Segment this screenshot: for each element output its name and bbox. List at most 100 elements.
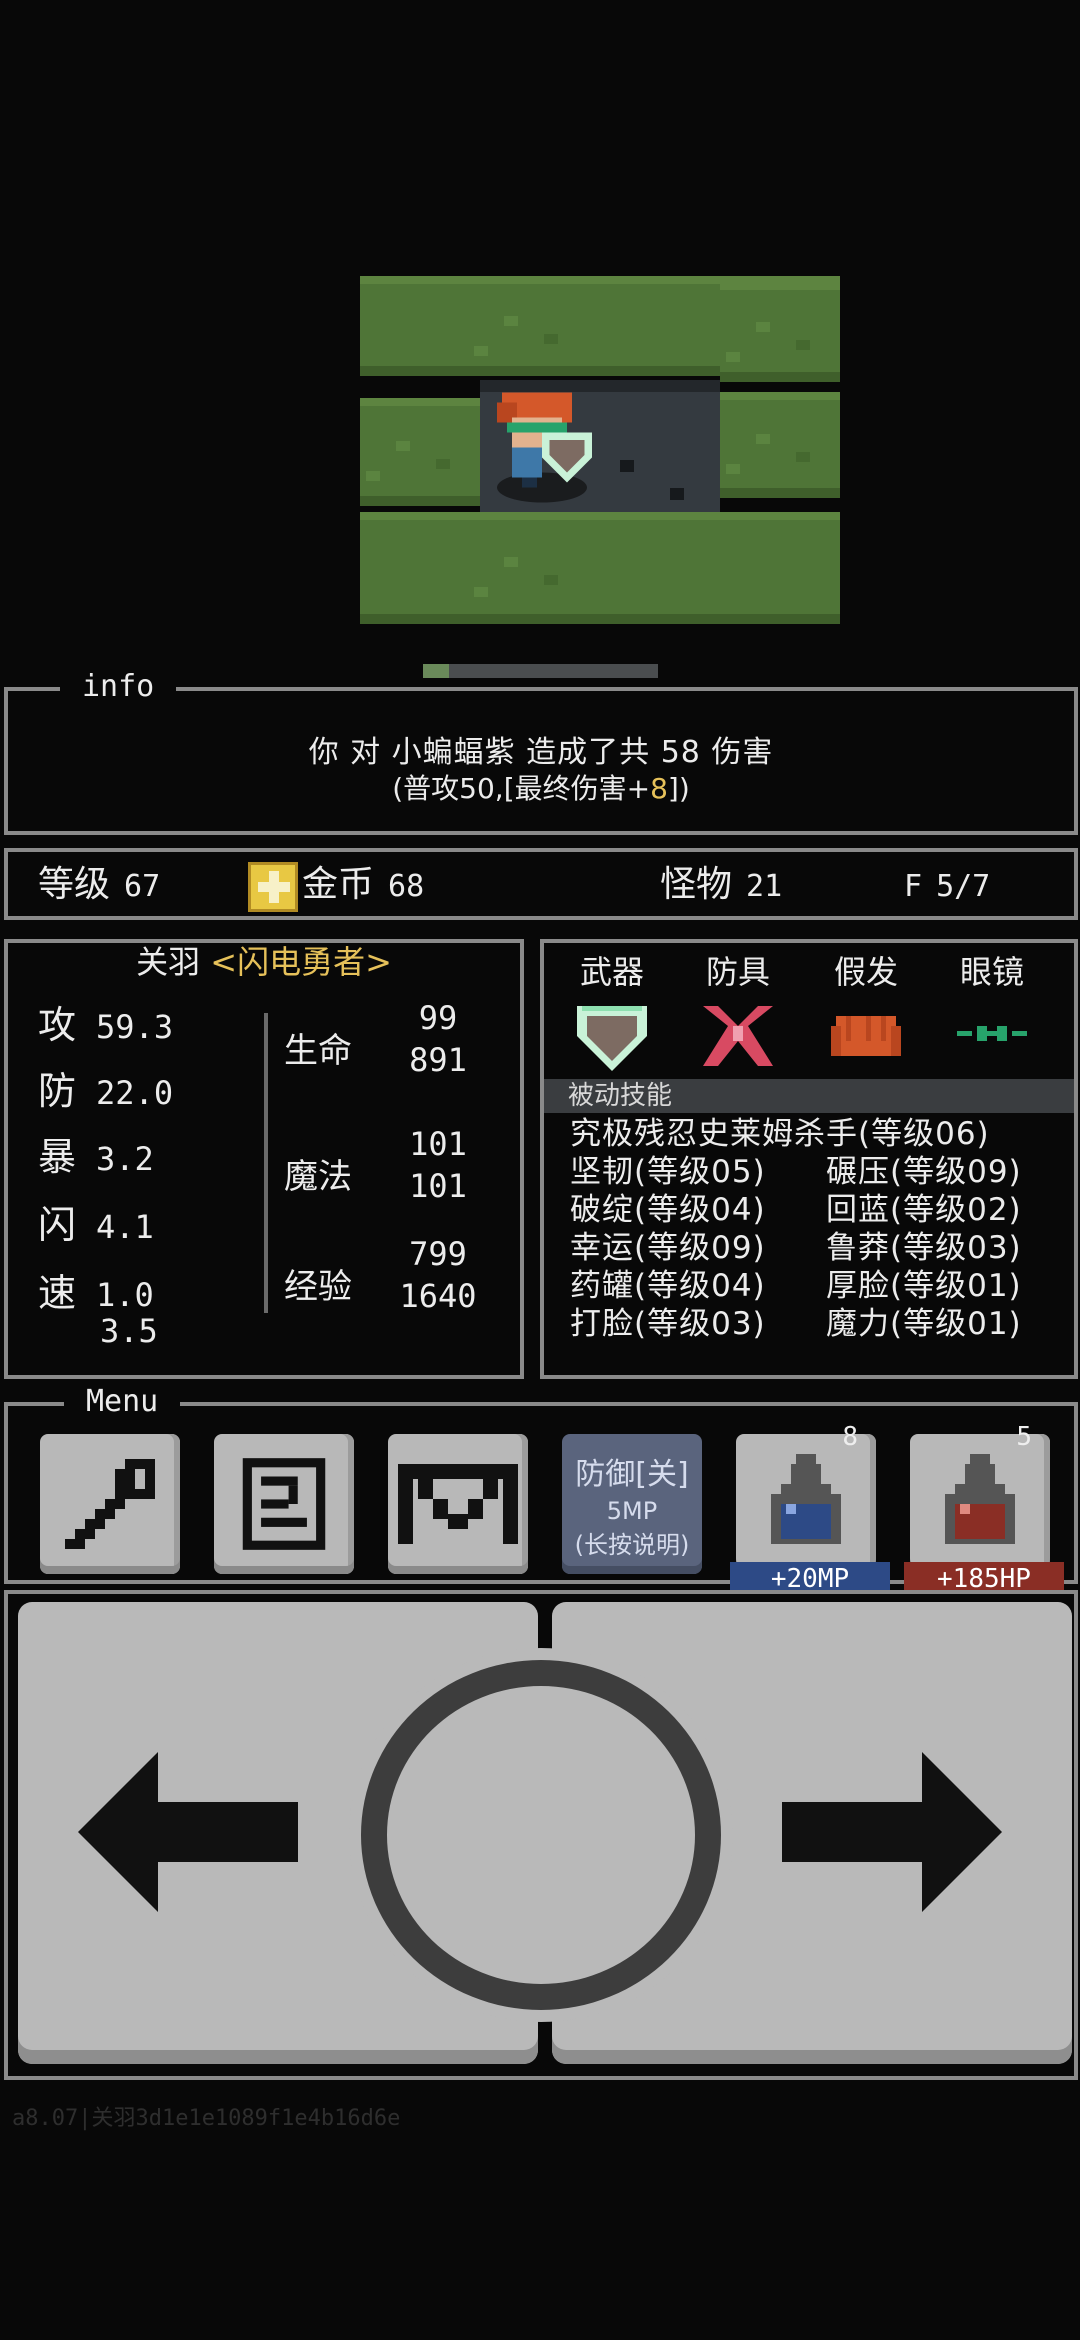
map-button[interactable] [388,1434,528,1574]
menu-tab: Menu [64,1384,181,1420]
slot-label-armor: 防具 [705,953,770,991]
level-label: 等级 [38,864,111,905]
level-display: 等级 67 [38,862,160,910]
slot-label-wig: 假发 [833,953,898,991]
stat-label: 攻 [38,1003,77,1047]
grass-tile [360,398,480,506]
combat-bonus-value: 8 [650,772,668,805]
ribbon-armor-icon[interactable] [688,991,788,1081]
menu-panel: Menu 防御[关] 5MP (长按说明) 8 +20MP 5 +185HP [4,1384,1078,1596]
stats-divider [264,1013,268,1313]
floor-value: 5/7 [936,869,991,904]
stat-value: 3.2 [96,1140,154,1178]
stat-attack: 攻 59.3 [38,1001,173,1051]
exp-label: 经验 [284,1267,352,1307]
slot-label-weapon: 武器 [579,953,644,991]
stat-label: 防 [38,1069,77,1113]
floor-progress-fill [423,664,449,678]
skill-item: 究极残忍史莱姆杀手(等级06) [570,1116,990,1152]
left-arrow-icon [78,1752,298,1912]
combat-detail-suffix: ]) [667,772,690,805]
stat-value: 4.1 [96,1208,154,1246]
hp-max: 891 [409,1041,467,1079]
stat-value: 22.0 [96,1074,174,1112]
red-potion-icon [945,1454,1015,1544]
hero-name-line: 关羽 <闪电勇者> [8,937,520,983]
skill-item: 魔力(等级01) [826,1306,1022,1342]
mp-label: 魔法 [284,1157,352,1197]
grass-tile [720,282,840,382]
monster-display: 怪物 21 [660,862,782,910]
stat-value: 3.5 [100,1312,158,1350]
mp-potion-count: 8 [842,1422,858,1452]
settings-button[interactable] [40,1434,180,1574]
shield-gem-icon[interactable] [562,991,662,1081]
monster-value: 21 [746,869,783,904]
stat-speed-secondary: 3.5 [80,1305,158,1355]
stat-label: 暴 [38,1135,77,1179]
combat-detail-prefix: (普攻50,[最终伤害+ [392,772,651,805]
status-bar: 等级 67 金币 68 怪物 21 F 5/7 [4,848,1078,920]
gold-coin-icon [248,862,298,912]
gold-value: 68 [388,869,425,904]
wrench-icon [65,1459,155,1549]
defend-status: 防御[关] [575,1456,689,1492]
stat-crit: 暴 3.2 [38,1133,154,1183]
defend-toggle-button[interactable]: 防御[关] 5MP (长按说明) [562,1434,702,1574]
grass-tile [360,512,840,624]
info-tab: info [60,669,177,705]
skill-item: 打脸(等级03) [570,1306,766,1342]
monster-label: 怪物 [660,864,733,905]
floor-display: F 5/7 [904,862,990,910]
hero-stats-panel: 关羽 <闪电勇者> 攻 59.3 防 22.0 暴 3.2 闪 4.1 速 1.0 3.5… [4,939,524,1379]
stat-value: 59.3 [96,1008,174,1046]
defend-hint: (长按说明) [574,1530,690,1559]
stat-dodge: 闪 4.1 [38,1201,154,1251]
hp-label: 生命 [284,1031,352,1071]
hero-name: 关羽 [136,943,201,981]
skill-item: 坚韧(等级05) [570,1154,766,1190]
movement-controls [4,1590,1078,2080]
stat-label: 速 [38,1271,77,1315]
defend-cost: 5MP [606,1496,658,1525]
action-button[interactable] [361,1660,721,2010]
skill-item: 厚脸(等级01) [826,1268,1022,1304]
mp-max: 101 [409,1167,467,1205]
hp-potion-count: 5 [1016,1422,1032,1452]
skill-item: 幸运(等级09) [570,1230,766,1266]
skill-item: 鲁莽(等级03) [826,1230,1022,1266]
exp-max: 1640 [399,1277,477,1315]
exp-current: 799 [409,1235,467,1273]
info-panel: info 你 对 小蝙蝠紫 造成了共 58 伤害 (普攻50,[最终伤害+8]) [4,669,1078,835]
combat-detail: (普攻50,[最终伤害+8]) [8,767,1074,807]
gold-label: 金币 [302,864,375,905]
orange-wig-icon[interactable] [816,991,916,1081]
hero-sprite [497,392,592,503]
floor-label: F [904,869,923,904]
combat-message: 你 对 小蝙蝠紫 造成了共 58 伤害 [308,735,774,770]
quest-log-button[interactable] [214,1434,354,1574]
skill-item: 碾压(等级09) [826,1154,1022,1190]
glasses-icon[interactable] [942,991,1042,1081]
mp-potion-button[interactable]: 8 +20MP [730,1422,890,1596]
stat-label: 闪 [38,1203,77,1247]
gold-display: 金币 68 [302,862,424,910]
equipment-panel: 武器 防具 假发 眼镜 被动技能 究极残忍史莱姆杀手(等级06) 坚韧(等级05… [540,939,1078,1379]
stat-defense: 防 22.0 [38,1067,173,1117]
hp-potion-button[interactable]: 5 +185HP [904,1422,1064,1596]
skill-item: 回蓝(等级02) [826,1192,1022,1228]
level-value: 67 [124,869,161,904]
mp-current: 101 [409,1125,467,1163]
hp-current: 99 [418,999,458,1037]
map-icon [398,1464,518,1544]
grass-tile [720,392,840,498]
game-map-view [0,0,1080,678]
hero-title: <闪电勇者> [210,943,392,981]
right-arrow-icon [782,1752,1002,1912]
passive-skills-header: 被动技能 [544,1079,1074,1113]
blue-potion-icon [771,1454,841,1544]
skill-item: 破绽(等级04) [570,1192,766,1228]
version-footer: a8.07|关羽3d1e1e1089f1e4b16d6e [12,2106,401,2131]
slot-label-glasses: 眼镜 [959,953,1024,991]
floor-progress-bar [423,664,658,678]
